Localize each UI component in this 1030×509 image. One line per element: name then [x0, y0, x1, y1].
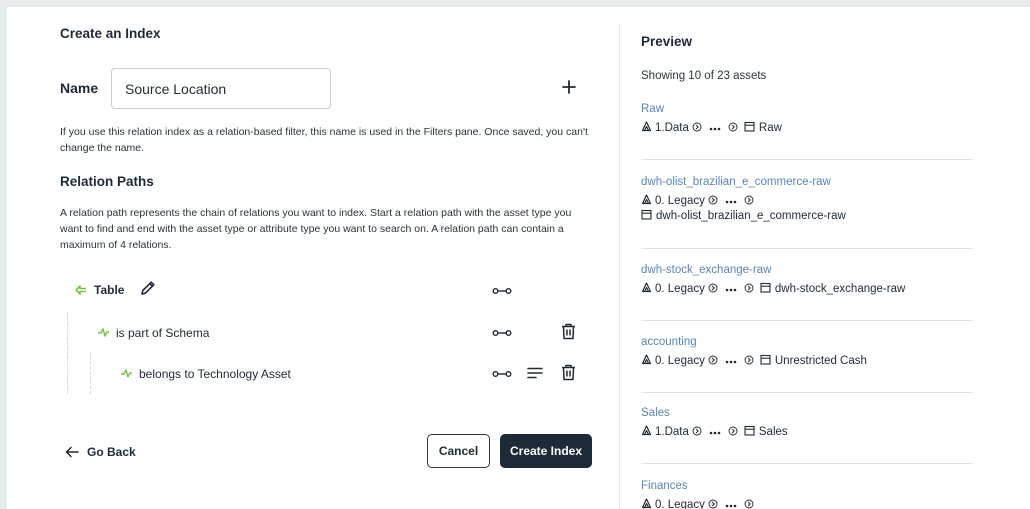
asset-link[interactable]: Finances	[641, 480, 973, 492]
domain-icon	[641, 121, 652, 132]
name-label: Name	[60, 80, 99, 96]
preview-separator	[641, 248, 973, 249]
chevron-circle-icon	[708, 499, 718, 509]
preview-asset-item: Finances 0. Legacy	[641, 480, 973, 509]
lines-icon[interactable]	[527, 366, 543, 380]
asset-domain: 1.Data	[655, 426, 689, 438]
relation-connector-icon[interactable]	[492, 369, 512, 379]
asset-link[interactable]: dwh-olist_brazilian_e_commerce-raw	[641, 176, 973, 188]
name-help-text: If you use this relation index as a rela…	[60, 126, 588, 154]
domain-icon	[641, 194, 652, 205]
preview-separator	[641, 463, 973, 464]
relation-connector-icon[interactable]	[492, 328, 512, 338]
asset-domain: 1.Data	[655, 122, 689, 134]
pencil-icon[interactable]	[139, 279, 157, 297]
asset-breadcrumb: 0. Legacy dwh-stock_exchange-raw	[641, 282, 973, 297]
archive-icon	[760, 354, 771, 365]
preview-separator	[641, 392, 973, 393]
relation-icon	[98, 328, 109, 337]
chevron-circle-icon	[744, 195, 754, 205]
ellipsis-icon	[709, 127, 721, 131]
asset-name: Unrestricted Cash	[774, 355, 867, 367]
name-input[interactable]	[111, 68, 331, 109]
relation-connector-icon[interactable]	[492, 286, 512, 296]
asset-breadcrumb: 1.Data Sales	[641, 425, 973, 440]
preview-title: Preview	[641, 34, 693, 49]
asset-name: Sales	[758, 426, 788, 438]
archive-icon	[744, 121, 755, 132]
chevron-circle-icon	[708, 195, 718, 205]
archive-icon	[744, 425, 755, 436]
window-left-border	[0, 0, 7, 509]
tree-guide-line	[90, 352, 91, 394]
asset-breadcrumb: 0. Legacy Unrestricted Cash	[641, 354, 973, 369]
asset-breadcrumb: 0. Legacy dwh-olist_brazilian_e_commerce-…	[641, 194, 973, 224]
arrow-left-icon	[65, 446, 79, 458]
preview-asset-item: accounting 0. Legacy Unrestricted Cash	[641, 336, 973, 369]
chevron-circle-icon	[728, 426, 738, 436]
asset-link[interactable]: dwh-stock_exchange-raw	[641, 264, 973, 276]
plus-icon[interactable]	[558, 76, 580, 98]
preview-asset-item: dwh-olist_brazilian_e_commerce-raw 0. Leg…	[641, 176, 973, 224]
chevron-circle-icon	[744, 499, 754, 509]
ellipsis-icon	[725, 200, 737, 204]
preview-count: Showing 10 of 23 assets	[641, 70, 767, 82]
chevron-circle-icon	[744, 283, 754, 293]
panel-divider	[619, 24, 620, 509]
asset-domain: 0. Legacy	[655, 499, 705, 509]
chevron-circle-icon	[708, 355, 718, 365]
tree-guide-line	[67, 312, 68, 394]
preview-asset-item: Sales 1.Data Sales	[641, 407, 973, 440]
preview-separator	[641, 320, 973, 321]
window-top-border	[0, 0, 1030, 7]
preview-asset-item: dwh-stock_exchange-raw 0. Legacy dwh-stock…	[641, 264, 973, 297]
create-index-button[interactable]: Create Index	[500, 434, 592, 468]
domain-icon	[641, 282, 652, 293]
ellipsis-icon	[725, 504, 737, 508]
table-asset-icon	[75, 285, 86, 295]
archive-icon	[760, 282, 771, 293]
cancel-button[interactable]: Cancel	[427, 434, 490, 468]
chevron-circle-icon	[728, 122, 738, 132]
asset-link[interactable]: accounting	[641, 336, 973, 348]
root-asset-type: Table	[94, 283, 125, 297]
chevron-circle-icon	[744, 355, 754, 365]
trash-icon[interactable]	[561, 323, 576, 340]
archive-icon	[641, 209, 652, 220]
asset-name: dwh-stock_exchange-raw	[774, 283, 906, 295]
preview-separator	[641, 159, 973, 160]
asset-domain: 0. Legacy	[655, 355, 705, 367]
chevron-circle-icon	[692, 426, 702, 436]
domain-icon	[641, 354, 652, 365]
chevron-circle-icon	[692, 122, 702, 132]
asset-domain: 0. Legacy	[655, 195, 705, 207]
asset-link[interactable]: Raw	[641, 103, 973, 115]
asset-name: dwh-olist_brazilian_e_commerce-raw	[656, 210, 846, 222]
trash-icon[interactable]	[561, 364, 576, 381]
ellipsis-icon	[709, 431, 721, 435]
relation-label: belongs to Technology Asset	[139, 367, 291, 381]
asset-domain: 0. Legacy	[655, 283, 705, 295]
relation-paths-title: Relation Paths	[60, 174, 154, 189]
domain-icon	[641, 498, 652, 509]
ellipsis-icon	[725, 288, 737, 292]
relation-icon	[121, 369, 132, 378]
asset-breadcrumb: 1.Data Raw	[641, 121, 973, 136]
go-back-label: Go Back	[87, 445, 136, 459]
preview-asset-item: Raw 1.Data Raw	[641, 103, 973, 136]
asset-name: Raw	[758, 122, 782, 134]
relation-paths-description: A relation path represents the chain of …	[60, 207, 572, 251]
chevron-circle-icon	[708, 283, 718, 293]
asset-breadcrumb: 0. Legacy	[641, 498, 973, 509]
relation-label: is part of Schema	[116, 326, 210, 340]
domain-icon	[641, 425, 652, 436]
form-title: Create an Index	[60, 26, 161, 41]
asset-link[interactable]: Sales	[641, 407, 973, 419]
go-back-button[interactable]: Go Back	[65, 443, 136, 461]
ellipsis-icon	[725, 360, 737, 364]
